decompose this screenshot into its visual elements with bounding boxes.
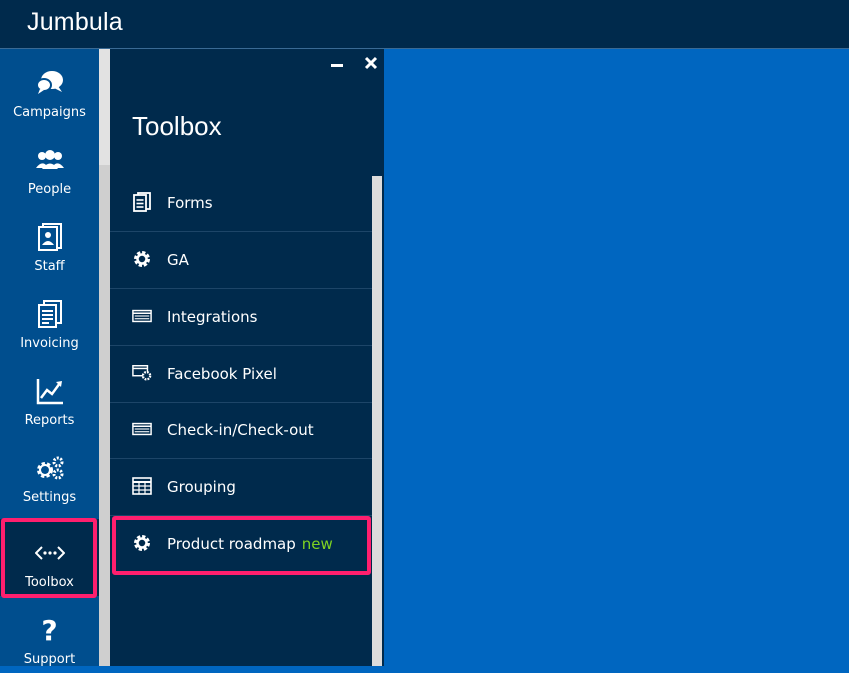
- close-icon[interactable]: [363, 55, 379, 71]
- tool-item-label: Facebook Pixel: [167, 365, 277, 383]
- tool-item-product-roadmap[interactable]: Product roadmap new: [110, 517, 372, 573]
- sidebar-item-label: Invoicing: [20, 336, 79, 351]
- panel-scrollbar[interactable]: [372, 176, 382, 666]
- tool-item-ga[interactable]: GA: [110, 233, 372, 289]
- sidebar-scrollbar-thumb[interactable]: [99, 165, 110, 666]
- form-icon: [132, 192, 152, 212]
- tool-item-check-in-check-out[interactable]: Check-in/Check-out: [110, 403, 372, 459]
- panel-title: Toolbox: [132, 111, 222, 141]
- invoice-icon: [0, 299, 99, 329]
- sidebar-item-label: Settings: [22, 490, 77, 505]
- app-title: Jumbula: [27, 8, 123, 36]
- top-bar: Jumbula: [0, 0, 849, 49]
- tool-item-label: Product roadmap new: [167, 535, 333, 553]
- tool-item-label: Check-in/Check-out: [167, 421, 314, 439]
- card-gear-icon: [132, 363, 152, 383]
- sidebar-item-label: Staff: [34, 259, 65, 274]
- sidebar-item-campaigns[interactable]: Campaigns: [0, 49, 99, 126]
- gear-icon: [132, 533, 152, 553]
- tool-item-label: GA: [167, 251, 189, 269]
- tool-item-label: Forms: [167, 194, 213, 212]
- main-content-area: [384, 49, 849, 666]
- sidebar-item-label: Reports: [24, 413, 75, 428]
- sidebar-item-people[interactable]: People: [0, 126, 99, 203]
- gears-icon: [0, 453, 99, 483]
- tool-item-forms[interactable]: Forms: [110, 176, 372, 232]
- sidebar-item-support[interactable]: ? Support: [0, 596, 99, 673]
- tool-item-label: Integrations: [167, 308, 258, 326]
- sidebar-item-staff[interactable]: Staff: [0, 203, 99, 280]
- sidebar-item-reports[interactable]: Reports: [0, 357, 99, 434]
- chat-bubbles-icon: [0, 68, 99, 98]
- gear-icon: [132, 249, 152, 269]
- minimize-icon[interactable]: [330, 57, 344, 71]
- tool-item-integrations[interactable]: Integrations: [110, 290, 372, 346]
- people-icon: [0, 145, 99, 175]
- sidebar: Campaigns People Staff Invoicing Reports…: [0, 49, 99, 667]
- tool-item-grouping[interactable]: Grouping: [110, 460, 372, 516]
- sidebar-item-settings[interactable]: Settings: [0, 434, 99, 511]
- line-chart-icon: [0, 376, 99, 406]
- new-badge: new: [301, 535, 333, 553]
- sidebar-item-label: People: [27, 182, 72, 197]
- tool-item-label: Grouping: [167, 478, 236, 496]
- question-icon: ?: [41, 613, 58, 647]
- sidebar-item-label: Support: [23, 652, 76, 667]
- sidebar-item-toolbox[interactable]: Toolbox: [0, 519, 99, 596]
- sidebar-item-label: Campaigns: [13, 105, 86, 120]
- card-icon: [132, 306, 152, 326]
- table-icon: [132, 476, 152, 496]
- card-icon: [132, 419, 152, 439]
- sidebar-item-invoicing[interactable]: Invoicing: [0, 280, 99, 357]
- staff-badge-icon: [0, 222, 99, 252]
- sidebar-item-label: Toolbox: [25, 575, 74, 590]
- tool-item-facebook-pixel[interactable]: Facebook Pixel: [110, 347, 372, 403]
- tool-item-label-text: Product roadmap: [167, 535, 296, 553]
- code-dots-icon: [0, 538, 99, 568]
